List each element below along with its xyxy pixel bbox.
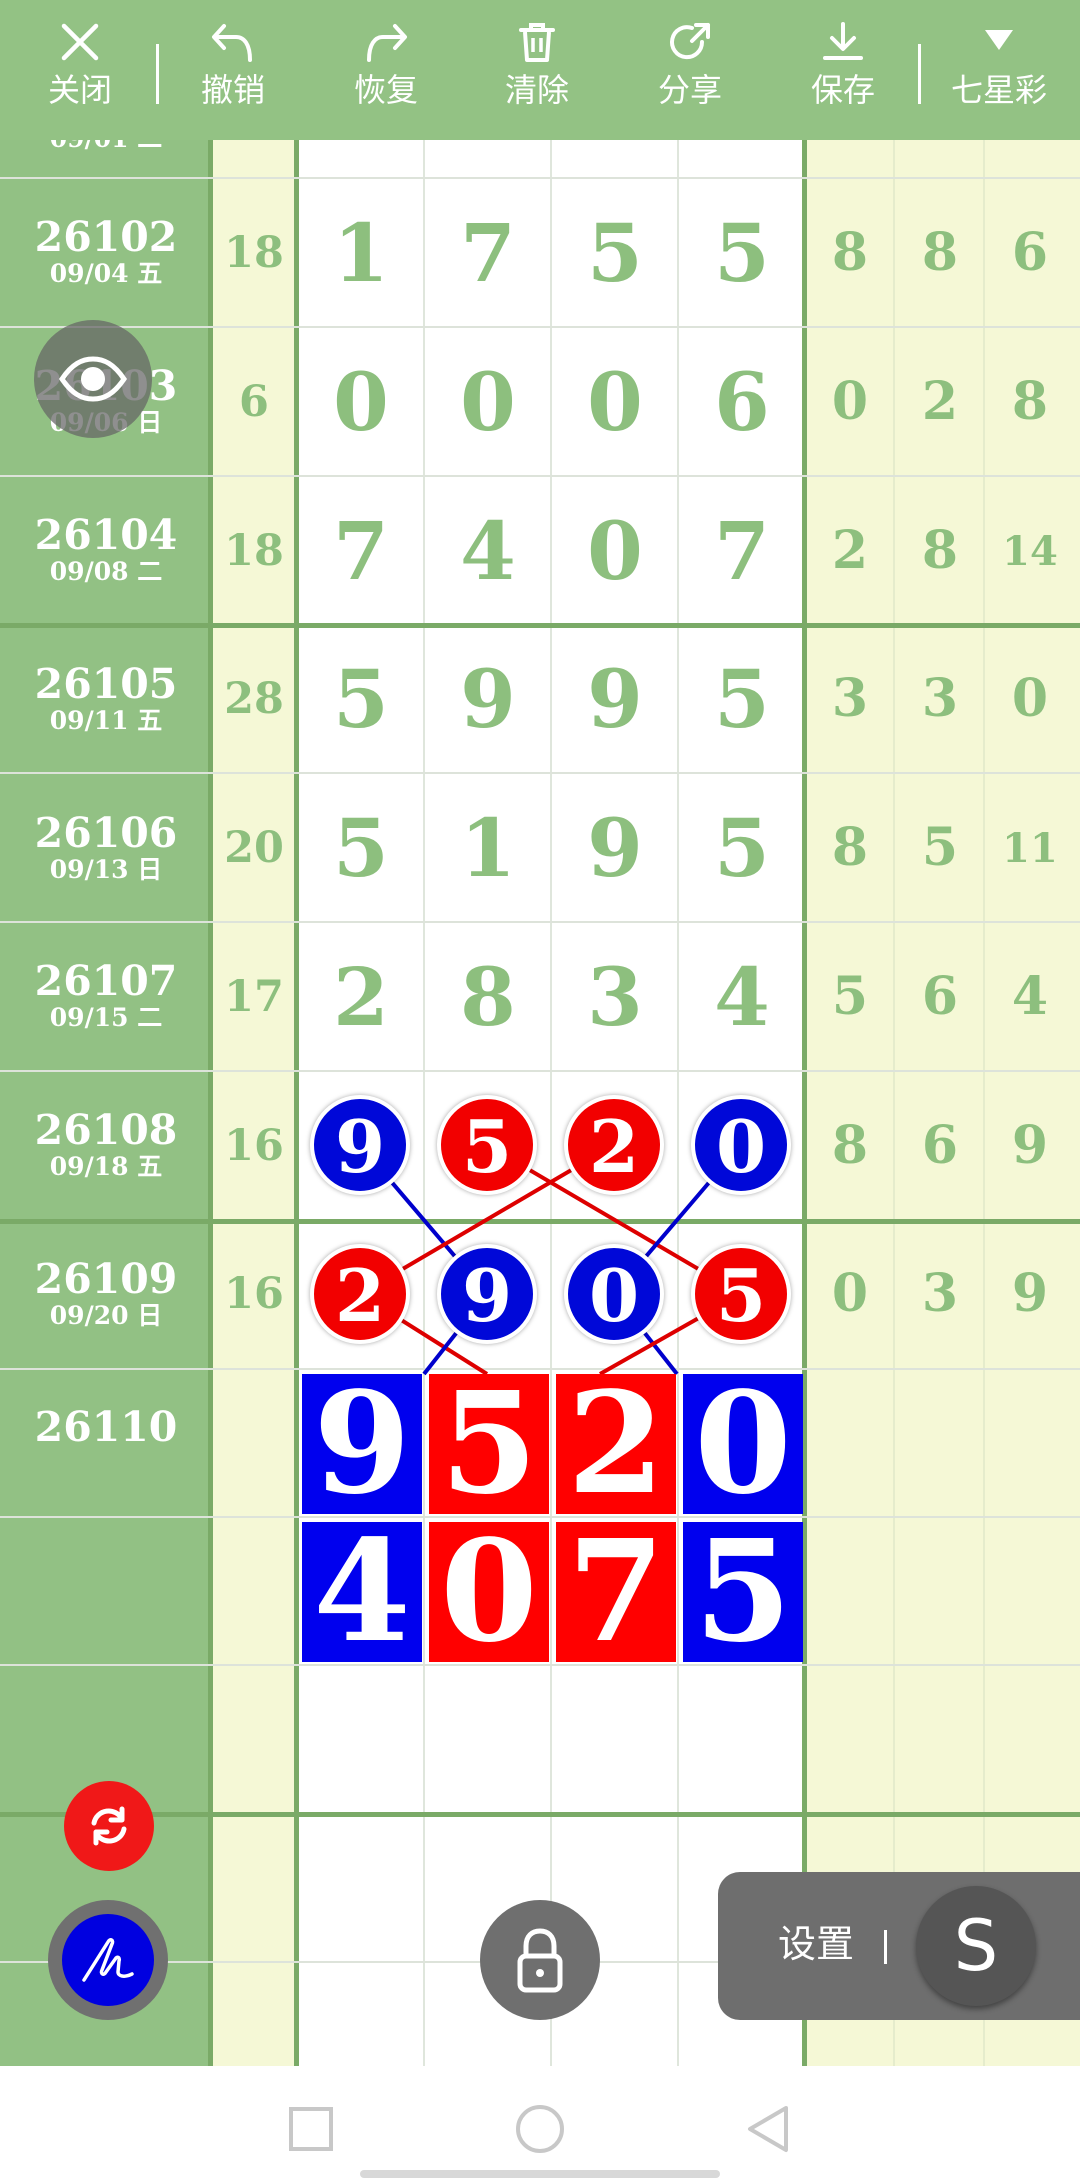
toolbar-separator — [156, 44, 159, 104]
undo-icon — [212, 24, 252, 62]
prediction-box: 0 — [683, 1374, 803, 1514]
redo-label: 恢复 — [353, 72, 418, 108]
redo-button[interactable]: 恢复 — [331, 10, 441, 130]
eye-icon — [58, 356, 128, 402]
lottery-chart-sheet[interactable]: 09/01 二 2610209/04 五 2610309/06 日 261040… — [0, 0, 1080, 2066]
clear-button[interactable]: 清除 — [482, 10, 592, 130]
settings-label: 设置 — [778, 1924, 855, 1966]
toolbar-separator — [918, 44, 921, 104]
share-button[interactable]: 分享 — [635, 10, 745, 130]
close-button[interactable]: 关闭 — [25, 10, 135, 130]
prediction-box: 4 — [302, 1522, 422, 1662]
digit-ball: 0 — [691, 1095, 791, 1195]
prediction-box: 7 — [556, 1522, 676, 1662]
digit-ball: 9 — [310, 1095, 410, 1195]
digit-ball: 2 — [564, 1095, 664, 1195]
trash-icon — [519, 23, 555, 62]
save-button[interactable]: 保存 — [788, 10, 898, 130]
share-label: 分享 — [657, 72, 722, 108]
digit-ball: 0 — [564, 1244, 664, 1344]
recent-apps-icon[interactable] — [288, 2106, 334, 2152]
refresh-button[interactable] — [64, 1781, 154, 1871]
digit-ball: 9 — [437, 1244, 537, 1344]
digit-ball: 2 — [310, 1244, 410, 1344]
close-label: 关闭 — [47, 72, 112, 108]
draw-pen-button[interactable] — [48, 1900, 168, 2020]
digit-ball: 5 — [691, 1244, 791, 1344]
close-icon — [61, 23, 99, 61]
s-pen-button[interactable]: S — [916, 1886, 1036, 2006]
prediction-box: 9 — [302, 1374, 422, 1514]
pen-scribble-icon — [82, 1938, 134, 1982]
share-icon — [670, 23, 710, 60]
settings-separator — [884, 1930, 887, 1964]
digit-ball: 5 — [437, 1095, 537, 1195]
lock-icon — [517, 1928, 563, 1993]
prediction-box: 5 — [683, 1522, 803, 1662]
prediction-box: 5 — [429, 1374, 549, 1514]
redo-icon — [367, 24, 407, 62]
grid-divider — [0, 1812, 1080, 1817]
system-navigation-bar — [0, 2066, 1080, 2180]
undo-label: 撤销 — [200, 72, 265, 108]
lottery-type-label: 七星彩 — [950, 72, 1047, 108]
refresh-icon — [91, 1806, 127, 1846]
back-icon[interactable] — [744, 2104, 792, 2154]
download-icon — [823, 22, 863, 60]
triangle-down-icon — [985, 30, 1013, 50]
top-toolbar: 关闭 撤销 恢复 清除 分享 保存 七星彩 — [0, 0, 1080, 140]
settings-panel[interactable]: 设置 S — [718, 1872, 1080, 2020]
clear-label: 清除 — [504, 72, 569, 108]
prediction-box: 0 — [429, 1522, 549, 1662]
prediction-box: 2 — [556, 1374, 676, 1514]
home-icon[interactable] — [515, 2104, 565, 2154]
undo-button[interactable]: 撤销 — [178, 10, 288, 130]
visibility-toggle-button[interactable] — [34, 320, 152, 438]
lock-button[interactable] — [480, 1900, 600, 2020]
save-label: 保存 — [810, 72, 875, 108]
s-pen-label: S — [953, 1905, 999, 1987]
lottery-type-dropdown[interactable]: 七星彩 — [943, 10, 1055, 130]
gesture-bar[interactable] — [360, 2170, 720, 2178]
